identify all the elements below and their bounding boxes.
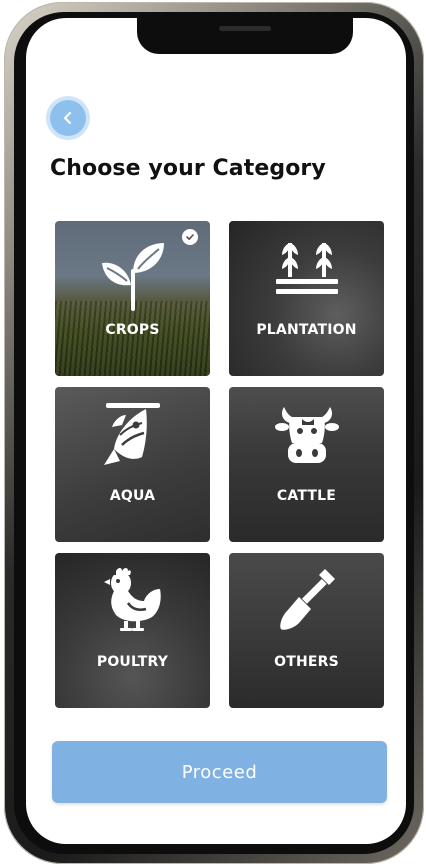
category-tile-plantation[interactable]: PLANTATION (229, 221, 384, 376)
category-label: OTHERS (274, 654, 339, 670)
category-label: PLANTATION (256, 322, 357, 338)
chevron-left-icon (63, 111, 72, 125)
category-tile-others[interactable]: OTHERS (229, 553, 384, 708)
page-title: Choose your Category (50, 156, 326, 181)
selected-check-icon (182, 229, 198, 245)
sprout-icon (101, 243, 164, 311)
back-button[interactable] (50, 100, 86, 136)
category-label: CROPS (105, 322, 160, 338)
cow-icon (274, 407, 339, 463)
category-label: POULTRY (96, 654, 169, 670)
fish-icon (103, 403, 160, 465)
phone-notch (137, 18, 353, 54)
category-tile-poultry[interactable]: POULTRY (55, 553, 210, 708)
category-label: CATTLE (276, 488, 337, 504)
plantation-rows-icon (275, 243, 338, 294)
category-tile-cattle[interactable]: CATTLE (229, 387, 384, 542)
category-tile-aqua[interactable]: AQUA (55, 387, 210, 542)
shovel-icon (279, 569, 335, 630)
chicken-icon (103, 568, 161, 631)
proceed-button[interactable]: Proceed (52, 741, 387, 803)
category-label: AQUA (109, 488, 156, 504)
category-tile-crops[interactable]: CROPS (55, 221, 210, 376)
